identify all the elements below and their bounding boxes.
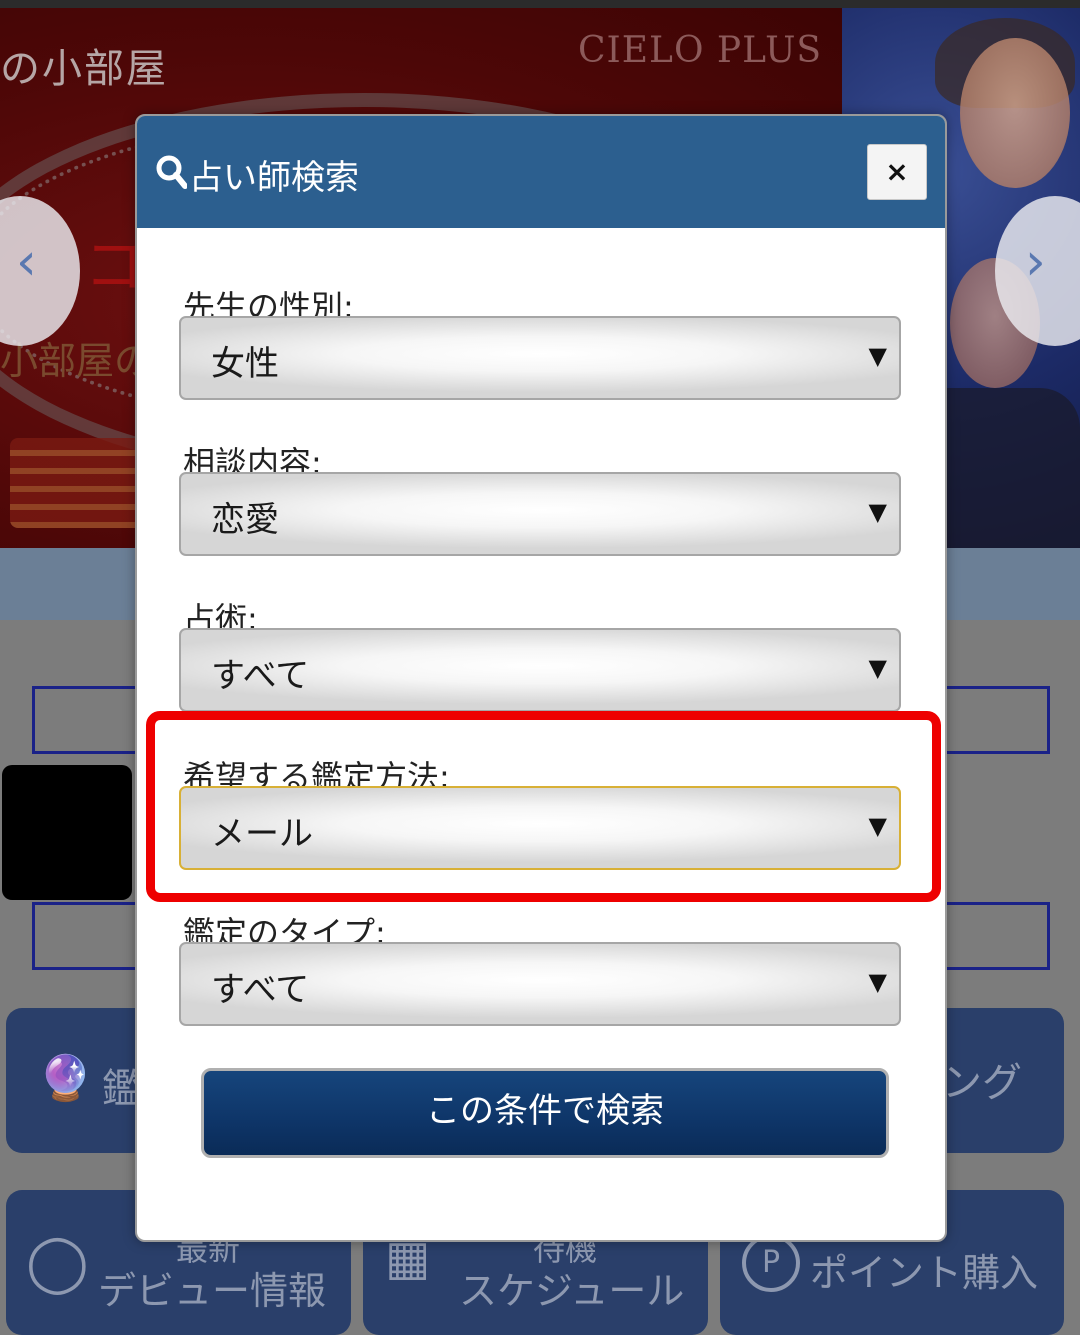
highlight-annotation — [146, 711, 941, 902]
gender-select[interactable]: 女性 ▼ — [179, 316, 901, 400]
modal-header: 占い師検索 × — [137, 116, 945, 228]
crystal-ball-icon: 🔮 — [38, 1053, 93, 1104]
type-select[interactable]: すべて ▼ — [179, 942, 901, 1026]
redacted-block — [2, 765, 132, 900]
select-value: 恋愛 — [211, 500, 279, 540]
banner-title: の小部屋 — [0, 46, 168, 92]
menu-button-label: デビュー情報 — [98, 1269, 327, 1313]
menu-button-label: スケジュール — [459, 1269, 685, 1313]
search-submit-button[interactable]: この条件で検索 — [201, 1068, 889, 1158]
select-value: 女性 — [211, 344, 279, 384]
search-icon — [156, 155, 187, 189]
select-value: すべて — [211, 656, 310, 696]
banner-brand: CIELO PLUS — [578, 30, 823, 71]
fortune-teller-photo — [960, 38, 1070, 188]
chevron-left-icon: ‹ — [16, 232, 37, 292]
search-modal: 占い師検索 × 先生の性別: 女性 ▼ 相談内容: 恋愛 ▼ 占術: すべて ▼… — [135, 114, 947, 1242]
menu-button-label: ング — [942, 1060, 1022, 1106]
select-value: すべて — [211, 970, 310, 1010]
divination-select[interactable]: すべて ▼ — [179, 628, 901, 712]
menu-button-label: ポイント購入 — [810, 1251, 1039, 1295]
modal-title: 占い師検索 — [189, 158, 359, 198]
points-icon: P — [742, 1234, 800, 1292]
user-icon: ◯ — [26, 1230, 89, 1295]
dropdown-arrow-icon: ▼ — [868, 498, 887, 526]
dropdown-arrow-icon: ▼ — [868, 342, 887, 370]
close-button[interactable]: × — [867, 144, 927, 200]
chevron-right-icon: › — [1025, 232, 1046, 292]
dropdown-arrow-icon: ▼ — [868, 968, 887, 996]
top-bar — [0, 0, 1080, 8]
dropdown-arrow-icon: ▼ — [868, 654, 887, 682]
consultation-select[interactable]: 恋愛 ▼ — [179, 472, 901, 556]
